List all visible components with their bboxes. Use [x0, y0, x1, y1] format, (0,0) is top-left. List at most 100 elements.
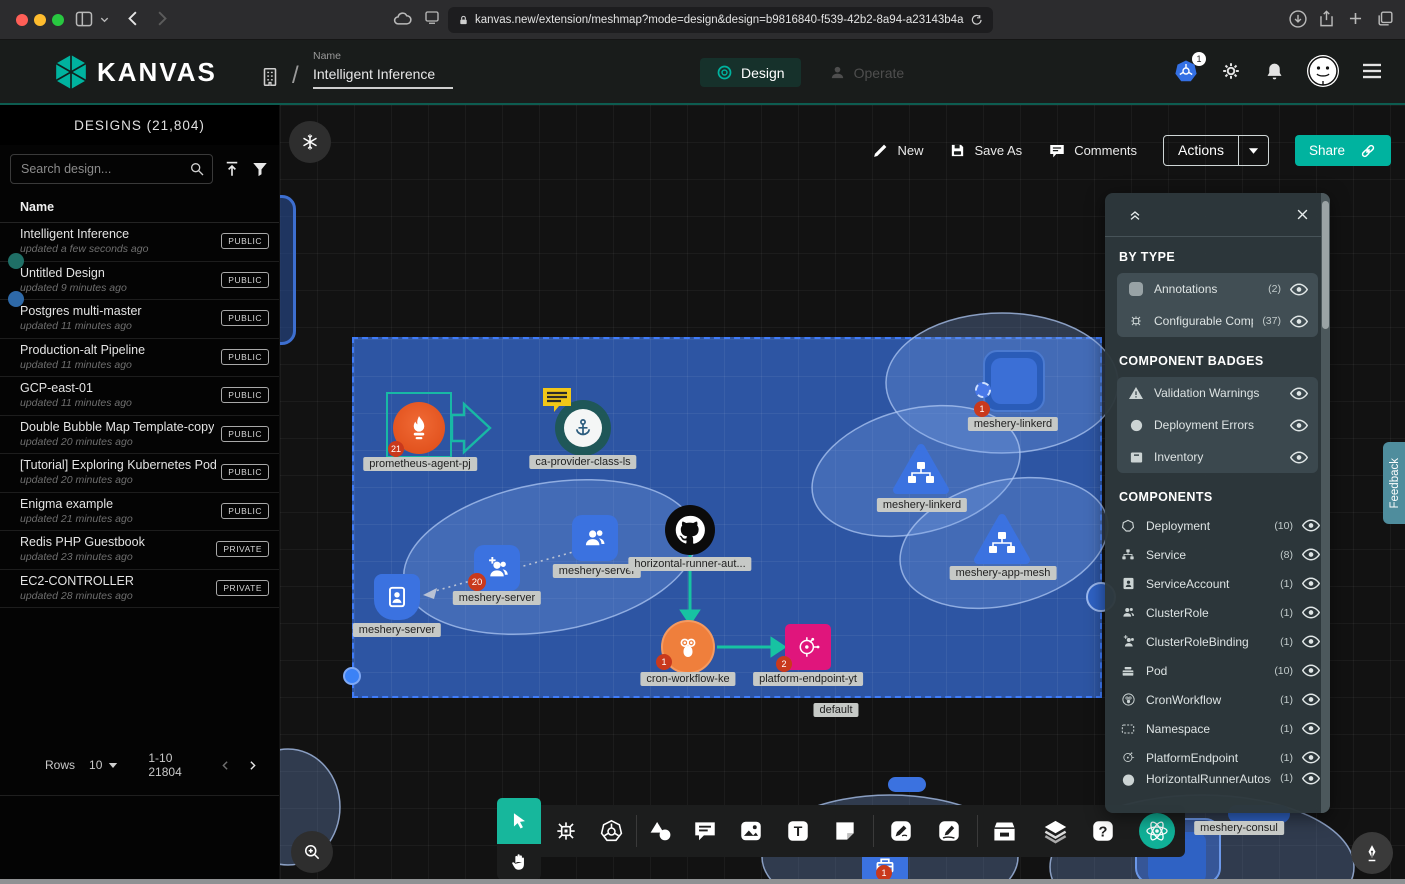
- prev-page-icon[interactable]: [219, 759, 232, 772]
- comments-button[interactable]: Comments: [1048, 142, 1137, 160]
- component-row[interactable]: CronWorkflow (1): [1105, 685, 1330, 714]
- forward-icon[interactable]: [152, 9, 171, 28]
- page-icon[interactable]: [423, 9, 441, 27]
- by-type-row[interactable]: Annotations (2): [1117, 273, 1318, 305]
- eye-icon[interactable]: [1302, 693, 1320, 706]
- close-panel-icon[interactable]: [1295, 207, 1310, 222]
- by-type-row[interactable]: Configurable Compon (37): [1117, 305, 1318, 337]
- collapse-panel-icon[interactable]: [1127, 207, 1143, 223]
- next-page-icon[interactable]: [246, 759, 259, 772]
- tool-select[interactable]: [497, 798, 541, 844]
- tool-pen[interactable]: [886, 816, 916, 846]
- design-row[interactable]: Redis PHP Guestbook updated 23 minutes a…: [0, 531, 279, 570]
- design-row[interactable]: Postgres multi-master updated 11 minutes…: [0, 300, 279, 339]
- import-design-icon[interactable]: [223, 160, 241, 178]
- pen-tool-button[interactable]: [1351, 832, 1393, 874]
- component-row[interactable]: Deployment (10): [1105, 511, 1330, 540]
- node-meshery-linkerd-service[interactable]: [892, 443, 950, 495]
- kubernetes-context-icon[interactable]: 1: [1174, 59, 1198, 83]
- component-row[interactable]: Service (8): [1105, 540, 1330, 569]
- eye-icon[interactable]: [1302, 722, 1320, 735]
- tool-text[interactable]: T: [783, 816, 813, 846]
- tool-drawer[interactable]: [989, 816, 1019, 846]
- feedback-tab[interactable]: Feedback: [1383, 442, 1405, 524]
- badge-row[interactable]: Inventory: [1117, 441, 1318, 473]
- tool-comment[interactable]: [690, 816, 720, 846]
- eye-icon[interactable]: [1290, 315, 1308, 328]
- eye-icon[interactable]: [1302, 751, 1320, 764]
- design-row[interactable]: EC2-CONTROLLER updated 28 minutes ago PR…: [0, 570, 279, 609]
- component-row[interactable]: Pod (10): [1105, 656, 1330, 685]
- organization-icon[interactable]: [259, 66, 281, 88]
- back-icon[interactable]: [124, 9, 143, 28]
- zoom-window-button[interactable]: [52, 14, 64, 26]
- page-size-select[interactable]: 10: [89, 758, 118, 772]
- refresh-icon[interactable]: [970, 14, 983, 27]
- eye-icon[interactable]: [1290, 387, 1308, 400]
- comment-marker-icon[interactable]: [541, 386, 573, 414]
- badge-row[interactable]: Deployment Errors: [1117, 409, 1318, 441]
- actions-caret-icon[interactable]: [1238, 136, 1268, 165]
- eye-icon[interactable]: [1290, 419, 1308, 432]
- chevron-down-icon[interactable]: [99, 14, 110, 25]
- kanvas-logo[interactable]: KANVAS: [55, 54, 217, 90]
- eye-icon[interactable]: [1302, 606, 1320, 619]
- download-icon[interactable]: [1288, 9, 1308, 29]
- design-row[interactable]: Double Bubble Map Template-copy updated …: [0, 416, 279, 455]
- node-meshery-app-mesh[interactable]: [973, 513, 1031, 565]
- settings-gear-icon[interactable]: [1220, 60, 1242, 82]
- component-row[interactable]: Namespace (1): [1105, 714, 1330, 743]
- component-row[interactable]: ServiceAccount (1): [1105, 569, 1330, 598]
- sidebar-toggle-icon[interactable]: [74, 9, 94, 29]
- tool-image[interactable]: [736, 816, 766, 846]
- panel-scrollbar[interactable]: [1321, 193, 1330, 813]
- share-button[interactable]: Share: [1295, 135, 1391, 166]
- eye-icon[interactable]: [1302, 772, 1320, 785]
- filter-icon[interactable]: [251, 160, 269, 178]
- minimize-window-button[interactable]: [34, 14, 46, 26]
- tool-help[interactable]: ?: [1088, 816, 1118, 846]
- design-row[interactable]: [Tutorial] Exploring Kubernetes Pod upda…: [0, 454, 279, 493]
- url-bar[interactable]: kanvas.new/extension/meshmap?mode=design…: [448, 7, 993, 33]
- node-meshery-server-serviceaccount[interactable]: [374, 574, 420, 620]
- node-horizontal-runner[interactable]: [665, 505, 715, 555]
- design-row[interactable]: Enigma example updated 21 minutes ago PU…: [0, 493, 279, 532]
- actions-dropdown[interactable]: Actions: [1163, 135, 1269, 166]
- design-row[interactable]: Untitled Design updated 9 minutes ago PU…: [0, 262, 279, 301]
- eye-icon[interactable]: [1302, 635, 1320, 648]
- tool-shapes[interactable]: [645, 816, 675, 846]
- menu-icon[interactable]: [1361, 62, 1383, 80]
- tool-pan[interactable]: [497, 844, 541, 880]
- search-input[interactable]: [10, 154, 213, 184]
- design-row[interactable]: GCP-east-01 updated 11 minutes ago PUBLI…: [0, 377, 279, 416]
- component-row[interactable]: HorizontalRunnerAutosc (1): [1105, 772, 1330, 786]
- avatar[interactable]: [1307, 55, 1339, 87]
- freeze-layout-button[interactable]: [289, 121, 331, 163]
- eye-icon[interactable]: [1302, 519, 1320, 532]
- node-meshery-linkerd-deployment[interactable]: [983, 350, 1045, 412]
- eye-icon[interactable]: [1302, 664, 1320, 677]
- tool-meshery[interactable]: [1138, 812, 1176, 850]
- panel-scrollbar-thumb[interactable]: [1322, 201, 1329, 329]
- design-name-input[interactable]: [313, 62, 453, 89]
- tab-design[interactable]: Design: [700, 58, 801, 87]
- close-window-button[interactable]: [16, 14, 28, 26]
- new-button[interactable]: New: [872, 142, 923, 159]
- design-row[interactable]: Intelligent Inference updated a few seco…: [0, 223, 279, 262]
- tabs-overview-icon[interactable]: [1376, 9, 1395, 28]
- eye-icon[interactable]: [1302, 577, 1320, 590]
- tool-kubernetes[interactable]: [596, 816, 626, 846]
- share-icon[interactable]: [1317, 9, 1336, 28]
- tool-component[interactable]: [551, 816, 581, 846]
- component-row[interactable]: PlatformEndpoint (1): [1105, 743, 1330, 772]
- cloud-icon[interactable]: [392, 9, 413, 30]
- design-canvas[interactable]: New Save As Comments Actions Share 21 pr…: [280, 105, 1405, 884]
- node-meshery-server-clusterrole[interactable]: [572, 515, 618, 561]
- tool-layers[interactable]: [1040, 816, 1070, 846]
- tab-operate[interactable]: Operate: [813, 58, 921, 87]
- component-row[interactable]: ClusterRole (1): [1105, 598, 1330, 627]
- design-row[interactable]: Production-alt Pipeline updated 11 minut…: [0, 339, 279, 378]
- component-row[interactable]: ClusterRoleBinding (1): [1105, 627, 1330, 656]
- eye-icon[interactable]: [1302, 548, 1320, 561]
- eye-icon[interactable]: [1290, 451, 1308, 464]
